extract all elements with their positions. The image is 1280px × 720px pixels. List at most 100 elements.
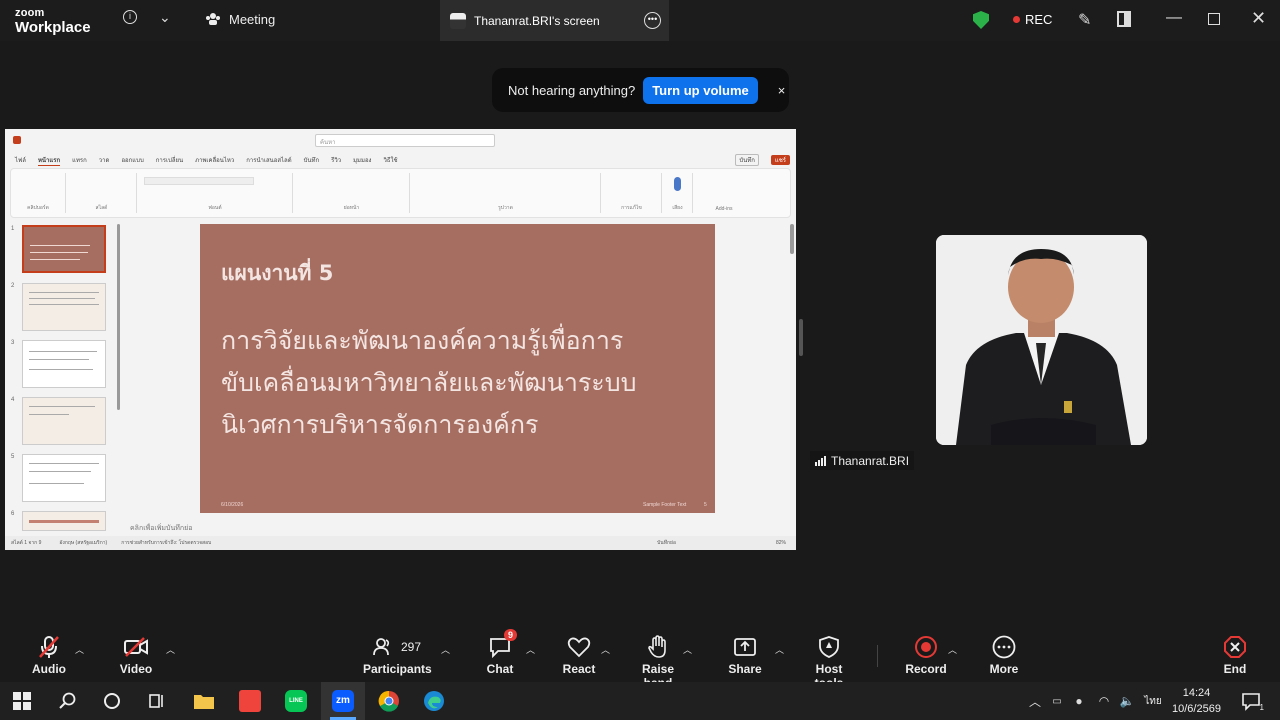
anydesk-icon[interactable] <box>239 690 261 712</box>
mic-tray-icon[interactable]: ● <box>1068 690 1090 712</box>
more-button[interactable]: More <box>986 635 1022 676</box>
zoom-app-icon[interactable]: zm <box>332 690 354 712</box>
slide-thumbnails: 1 2 3 4 5 6 <box>5 221 120 531</box>
participants-options-chevron-icon[interactable]: ︿ <box>441 643 450 656</box>
ribbon-group-drawing[interactable]: รูปวาด <box>411 173 601 213</box>
ribbon-group-addins[interactable]: Add-ins <box>694 173 754 213</box>
view-layout-icon[interactable] <box>1117 11 1131 27</box>
close-icon[interactable]: ✕ <box>1251 8 1266 29</box>
slide-thumbnail-1[interactable] <box>22 225 106 273</box>
record-options-chevron-icon[interactable]: ︿ <box>948 643 957 656</box>
end-meeting-button[interactable]: End <box>1220 635 1250 676</box>
ppt-menu-item[interactable]: การเปลี่ยน <box>156 155 183 165</box>
windows-start-icon[interactable] <box>11 690 33 712</box>
minimize-icon[interactable]: — <box>1166 9 1182 27</box>
ppt-menu-item[interactable]: บันทึก <box>304 155 320 165</box>
recording-indicator[interactable]: REC <box>1013 12 1052 27</box>
share-label: Share <box>728 662 762 676</box>
brand-small: zoom <box>15 7 45 19</box>
edge-icon[interactable] <box>423 690 445 712</box>
ribbon-group-voice[interactable]: เสียง <box>663 173 693 213</box>
chat-options-chevron-icon[interactable]: ︿ <box>526 643 535 656</box>
ppt-record-button[interactable]: บันทึก <box>735 154 759 166</box>
ribbon-group-editing[interactable]: การแก้ไข <box>602 173 662 213</box>
notification-close-icon[interactable]: × <box>778 83 786 98</box>
ppt-menu-item[interactable]: ภาพเคลื่อนไหว <box>195 155 234 165</box>
zoom-level[interactable]: 82% <box>776 540 786 546</box>
chevron-down-icon[interactable]: ⌄ <box>159 9 171 26</box>
ppt-share-button[interactable]: แชร์ <box>770 155 790 165</box>
video-button[interactable]: Video <box>115 635 157 676</box>
end-label: End <box>1223 662 1247 676</box>
ribbon-group-font[interactable]: ฟอนต์ <box>138 173 293 213</box>
ppt-menu-item[interactable]: รีวิว <box>331 155 341 165</box>
share-button[interactable]: Share <box>727 635 763 676</box>
video-options-chevron-icon[interactable]: ︿ <box>166 643 175 656</box>
raise-hand-options-chevron-icon[interactable]: ︿ <box>683 643 692 656</box>
ribbon-group-slides[interactable]: สไลด์ <box>67 173 137 213</box>
ppt-menu-item[interactable]: วาด <box>99 155 110 165</box>
ppt-menu-item[interactable]: แทรก <box>72 155 87 165</box>
ribbon-group-clipboard[interactable]: คลิปบอร์ด <box>11 173 66 213</box>
slide-thumbnail-2[interactable] <box>22 283 106 331</box>
tab-meeting[interactable]: Meeting <box>205 12 275 27</box>
ppt-menu-item[interactable]: ไฟล์ <box>15 155 26 165</box>
rec-label: REC <box>1025 12 1053 27</box>
line-app-icon[interactable]: LINE <box>285 690 307 712</box>
ppt-menu-item[interactable]: หน้าแรก <box>37 155 61 166</box>
raise-hand-icon <box>648 635 666 658</box>
info-icon[interactable]: i <box>123 10 137 24</box>
notes-placeholder[interactable]: คลิกเพื่อเพิ่มบันทึกย่อ <box>130 523 192 534</box>
security-shield-icon[interactable] <box>973 11 989 29</box>
cortana-icon[interactable] <box>101 690 123 712</box>
more-options-icon[interactable]: ••• <box>644 12 661 29</box>
speaker-muted-icon[interactable]: 🔈 <box>1116 690 1138 712</box>
turn-up-volume-button[interactable]: Turn up volume <box>643 76 758 104</box>
ppt-menu-item[interactable]: วิธีใช้ <box>383 155 397 165</box>
hidden-icons-chevron-icon[interactable]: ︿ <box>1024 690 1046 712</box>
participants-button[interactable]: 297 Participants <box>363 635 432 676</box>
thumb-number: 2 <box>11 283 15 289</box>
audio-button[interactable]: Audio <box>28 635 70 676</box>
participant-video[interactable] <box>936 235 1147 445</box>
slide-thumbnail-6[interactable] <box>22 511 106 531</box>
ppt-menu-item[interactable]: ออกแบบ <box>121 155 143 165</box>
notifications-icon[interactable]: 1 <box>1240 690 1264 712</box>
battery-icon[interactable]: ▭ <box>1046 690 1068 712</box>
react-options-chevron-icon[interactable]: ︿ <box>601 643 610 656</box>
ppt-menu-item[interactable]: การนำเสนอสไลด์ <box>246 155 291 165</box>
participants-label: Participants <box>363 662 432 676</box>
slide-thumbnail-4[interactable] <box>22 397 106 445</box>
accessibility-status[interactable]: การช่วยสำหรับการเข้าถึง: โปรดตรวจสอบ <box>121 539 211 547</box>
input-language[interactable]: ไทย <box>1142 690 1164 712</box>
language-status[interactable]: อังกฤษ (สหรัฐอเมริกา) <box>59 539 107 547</box>
chrome-icon[interactable] <box>378 690 400 712</box>
thumb-number: 3 <box>11 340 15 346</box>
ppt-menu-item[interactable]: มุมมอง <box>353 155 371 165</box>
ribbon-group-paragraph[interactable]: ย่อหน้า <box>294 173 410 213</box>
toolbar-divider <box>877 645 878 667</box>
file-explorer-icon[interactable] <box>193 690 215 712</box>
share-options-chevron-icon[interactable]: ︿ <box>775 643 784 656</box>
notes-toggle[interactable]: บันทึกย่อ <box>657 539 676 547</box>
audio-options-chevron-icon[interactable]: ︿ <box>75 643 84 656</box>
ppt-search-box[interactable]: ค้นหา <box>315 134 495 147</box>
thumbnail-scrollbar[interactable] <box>117 224 120 410</box>
current-slide[interactable]: แผนงานที่ 5 การวิจัยและพัฒนาองค์ความรู้เ… <box>200 224 715 513</box>
slide-body-line: ขับเคลื่อนมหาวิทยาลัยและพัฒนาระบบ <box>221 368 637 397</box>
chat-button[interactable]: 9 Chat <box>483 629 518 676</box>
panel-resize-handle[interactable] <box>799 319 803 356</box>
annotate-pencil-icon[interactable]: ✎ <box>1078 10 1091 30</box>
wifi-icon[interactable]: ◠ <box>1093 690 1115 712</box>
slide-thumbnail-3[interactable] <box>22 340 106 388</box>
shared-powerpoint-window: ค้นหา ไฟล์ หน้าแรก แทรก วาด ออกแบบ การเป… <box>5 129 796 550</box>
tab-shared-screen[interactable]: Thananrat.BRI's screen ••• <box>440 0 669 41</box>
slide-scrollbar[interactable] <box>790 224 794 254</box>
record-button[interactable]: Record <box>905 635 947 676</box>
maximize-icon[interactable] <box>1208 13 1220 25</box>
task-view-icon[interactable] <box>146 690 168 712</box>
system-clock[interactable]: 14:24 10/6/2569 <box>1172 685 1221 717</box>
slide-thumbnail-5[interactable] <box>22 454 106 502</box>
search-icon[interactable] <box>57 690 79 712</box>
react-button[interactable]: React <box>561 635 597 676</box>
